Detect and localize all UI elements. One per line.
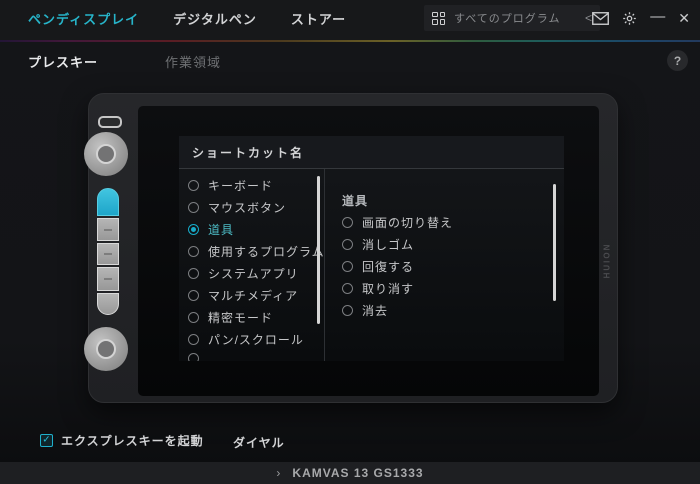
enable-expresskeys-label: エクスプレスキーを起動	[61, 432, 204, 449]
help-button[interactable]: ?	[667, 50, 688, 71]
category-pan-scroll[interactable]: パン/スクロール	[179, 328, 317, 350]
program-selector-value: すべてのプログラム	[454, 10, 576, 26]
chevron-left-icon[interactable]: <	[585, 11, 592, 25]
express-key-5[interactable]	[97, 293, 119, 315]
express-key-4[interactable]	[97, 267, 119, 291]
radio-icon	[342, 217, 353, 228]
power-button	[98, 116, 122, 128]
category-keyboard[interactable]: キーボード	[179, 174, 317, 196]
category-tool[interactable]: 道具	[179, 218, 317, 240]
dial-bottom[interactable]	[84, 327, 128, 371]
tab-digital-pen[interactable]: デジタルペン	[173, 9, 257, 28]
detail-undo[interactable]: 取り消す	[340, 277, 564, 299]
radio-icon	[342, 261, 353, 272]
column-divider	[324, 169, 325, 361]
detail-scrollbar[interactable]	[553, 184, 556, 301]
chevron-right-icon[interactable]: ›	[276, 466, 280, 480]
tab-press-keys[interactable]: プレスキー	[28, 52, 98, 71]
radio-icon	[188, 268, 199, 279]
category-multimedia[interactable]: マルチメディア	[179, 284, 317, 306]
program-selector[interactable]: すべてのプログラム <	[424, 5, 600, 31]
shortcut-dialog-body: キーボード マウスボタン 道具 使用するプログラム	[179, 169, 564, 361]
radio-icon	[188, 312, 199, 323]
main-nav: ペンディスプレイ デジタルペン ストアー	[28, 0, 346, 36]
express-keys	[97, 188, 119, 315]
radio-icon	[188, 290, 199, 301]
radio-icon	[188, 180, 199, 191]
checkbox-checked-icon[interactable]: ✓	[40, 434, 53, 447]
category-mouse-button[interactable]: マウスボタン	[179, 196, 317, 218]
section-tabs: プレスキー 作業領域 ?	[0, 42, 700, 78]
tablet-screen: ショートカット名 キーボード マウスボタン	[138, 106, 599, 396]
category-scrollbar[interactable]	[317, 176, 320, 324]
radio-icon	[188, 202, 199, 213]
category-list: キーボード マウスボタン 道具 使用するプログラム	[179, 169, 317, 361]
dial-top[interactable]	[84, 132, 128, 176]
close-icon[interactable]: ✕	[678, 11, 690, 25]
detail-switch-screen[interactable]: 画面の切り替え	[340, 211, 564, 233]
device-selector-bar[interactable]: › KAMVAS 13 GS1333	[0, 462, 700, 484]
dial-section-label: ダイヤル	[233, 434, 285, 451]
footer-options: ✓ エクスプレスキーを起動 ダイヤル	[0, 428, 700, 454]
detail-header: 道具	[340, 189, 564, 211]
shortcut-dialog: ショートカット名 キーボード マウスボタン	[179, 136, 564, 361]
category-run-program[interactable]: 使用するプログラム	[179, 240, 317, 262]
radio-icon	[188, 246, 199, 257]
radio-icon	[342, 239, 353, 250]
category-system-app[interactable]: システムアプリ	[179, 262, 317, 284]
apps-grid-icon	[432, 12, 445, 25]
radio-selected-icon	[188, 224, 199, 235]
category-clipped-item	[179, 350, 317, 361]
title-bar: ペンディスプレイ デジタルペン ストアー すべてのプログラム < —	[0, 0, 700, 40]
dial-top-hub	[96, 144, 116, 164]
radio-icon	[342, 305, 353, 316]
category-precision-mode[interactable]: 精密モード	[179, 306, 317, 328]
minimize-icon[interactable]: —	[650, 9, 665, 24]
detail-clear[interactable]: 消去	[340, 299, 564, 321]
huion-driver-window: ペンディスプレイ デジタルペン ストアー すべてのプログラム < —	[0, 0, 700, 484]
gear-icon[interactable]	[622, 11, 637, 26]
radio-icon	[188, 353, 199, 361]
detail-eraser[interactable]: 消しゴム	[340, 233, 564, 255]
device-name: KAMVAS 13 GS1333	[292, 466, 423, 480]
dial-bottom-hub	[96, 339, 116, 359]
enable-expresskeys[interactable]: ✓ エクスプレスキーを起動	[40, 432, 204, 449]
express-key-1-active[interactable]	[97, 188, 119, 216]
tab-working-area[interactable]: 作業領域	[165, 52, 221, 71]
radio-icon	[188, 334, 199, 345]
express-key-3[interactable]	[97, 243, 119, 265]
shortcut-dialog-header: ショートカット名	[179, 136, 564, 169]
detail-redo[interactable]: 回復する	[340, 255, 564, 277]
shortcut-dialog-title: ショートカット名	[192, 144, 304, 161]
huion-brand-label: HUION	[599, 234, 615, 286]
mail-icon[interactable]	[592, 12, 609, 25]
window-controls: — ✕	[592, 0, 690, 36]
express-key-2[interactable]	[97, 218, 119, 241]
tablet-illustration: ショートカット名 キーボード マウスボタン	[88, 93, 618, 403]
tab-pen-display[interactable]: ペンディスプレイ	[28, 9, 139, 28]
detail-list: 道具 画面の切り替え 消しゴム 回復する	[340, 169, 564, 321]
radio-icon	[342, 283, 353, 294]
tab-store[interactable]: ストアー	[291, 9, 346, 28]
